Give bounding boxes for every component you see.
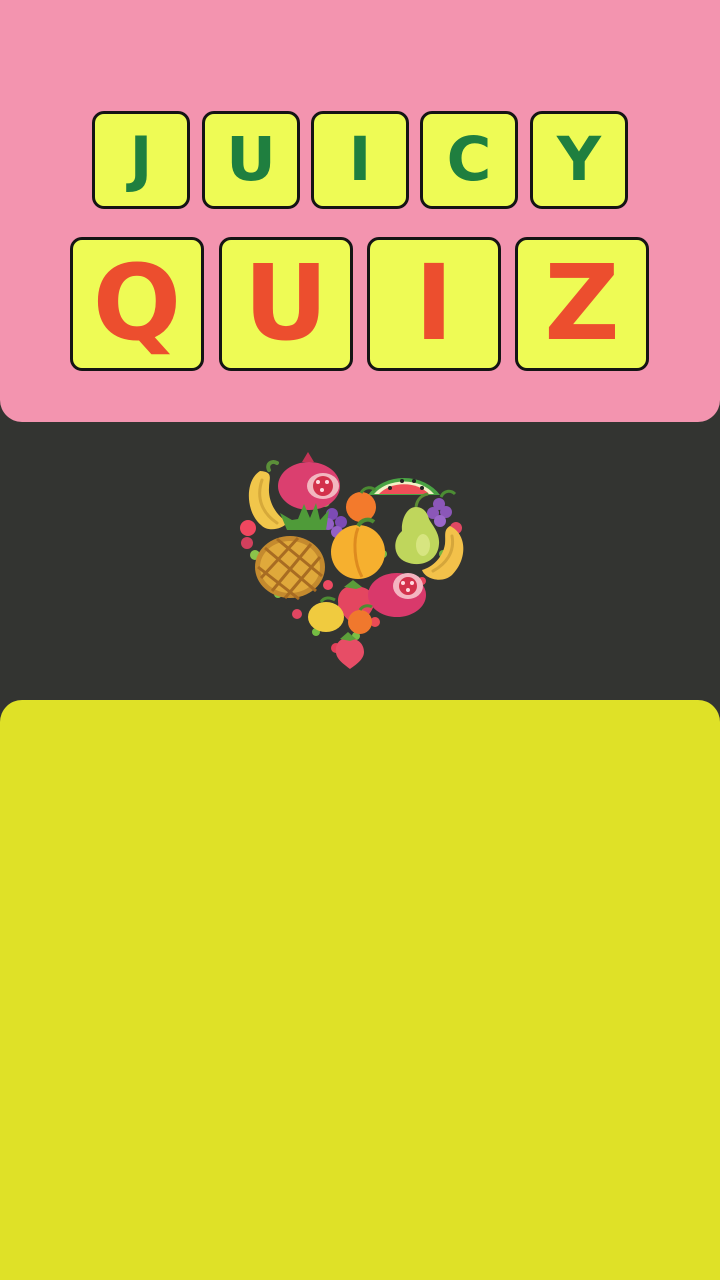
letter-y: Y <box>556 123 602 195</box>
letter-q: Q <box>92 242 182 364</box>
strawberry-bottom <box>335 632 364 669</box>
pomegranate-top <box>278 452 340 510</box>
letter-j: J <box>129 123 153 195</box>
grapes-top-right <box>427 489 457 527</box>
pear-right <box>395 492 440 565</box>
app-screen: J U I C Y Q U I Z <box>0 0 720 1280</box>
bottom-panel <box>0 700 720 1280</box>
watermelon-slice <box>368 478 440 495</box>
letter-c: C <box>446 123 492 195</box>
letter-tile-j: J <box>92 111 190 209</box>
pomegranate-lower <box>368 573 426 617</box>
letter-tile-c: C <box>420 111 518 209</box>
letter-tile-i-large: I <box>367 237 501 371</box>
letter-tile-y: Y <box>530 111 628 209</box>
letter-tile-q: Q <box>70 237 204 371</box>
letter-tile-u-large: U <box>219 237 353 371</box>
letter-u-large: U <box>243 242 329 364</box>
fruit-heart-icon <box>240 452 464 669</box>
letter-u: U <box>226 123 276 195</box>
letter-i-large: I <box>414 242 454 364</box>
letter-z: Z <box>544 242 620 364</box>
letter-tile-z: Z <box>515 237 649 371</box>
letter-i: I <box>348 123 372 195</box>
title-panel: J U I C Y Q U I Z <box>0 0 720 422</box>
letter-tile-i: I <box>311 111 409 209</box>
letter-tile-u: U <box>202 111 300 209</box>
